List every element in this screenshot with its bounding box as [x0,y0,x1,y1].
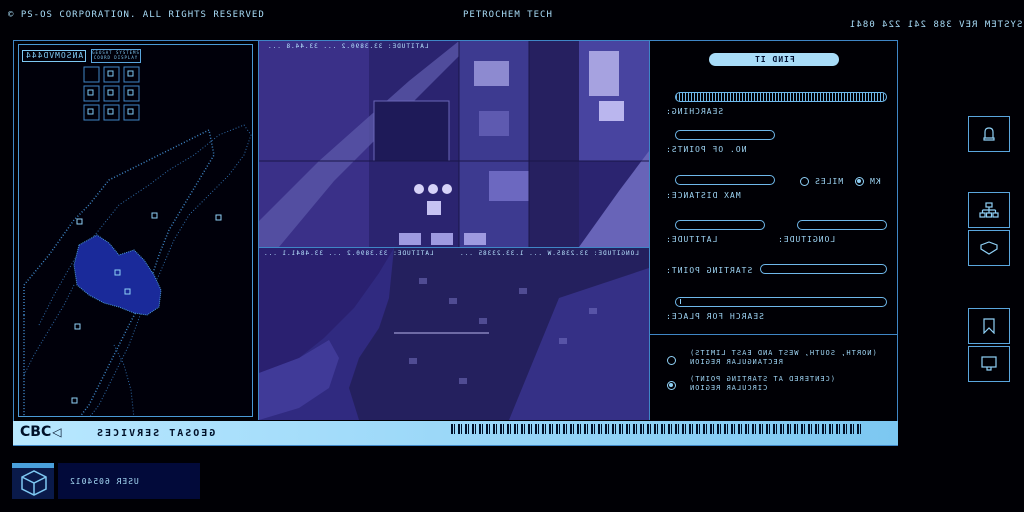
satellite-photo-industrial[interactable]: LATITUDE: 33.3890.2 ... 33.44.8 ... [259,41,649,248]
latitude-field[interactable] [675,220,765,230]
region-selector: (NORTH, SOUTH, WEST AND EAST LIMITS) REC… [649,334,897,421]
max-distance-label: MAX DISTANCE: [665,191,741,200]
bottom-photo-coords-left: LATITUDE: 33.3890.2 ... 33.4841.1 ... [263,250,434,257]
monitor-icon [981,356,997,371]
satellite-photos[interactable]: LATITUDE: 33.3890.2 ... 33.44.8 ... LATI… [258,41,650,420]
km-label: KM [869,177,881,186]
longitude-field[interactable] [797,220,887,230]
cbc-logo: CBC◁ [20,424,62,440]
region-map [23,124,252,416]
text-cursor [680,299,681,304]
searching-label: SEARCHING: [665,107,724,116]
footer-barcode [451,424,861,434]
searching-progress-bar [675,92,887,102]
rectangular-region-radio[interactable] [667,356,676,365]
circular-region-radio[interactable] [667,381,676,390]
shield-button[interactable] [968,230,1010,266]
bookmark-icon [983,318,995,334]
miles-radio[interactable] [800,177,809,186]
search-place-label: SEARCH FOR PLACE: [665,312,764,321]
user-avatar [12,463,54,499]
region-map-panel[interactable]: ANSOMVD444 GEOSAT SYSTEMS COORD DISPLAY [18,44,253,417]
bell-button[interactable] [968,116,1010,152]
geosat-services-title: GEOSAT SERVICES [95,428,216,439]
miles-label: MILES [814,177,844,186]
starting-point-field[interactable] [760,264,887,274]
shield-icon [980,241,998,255]
latitude-label: LATITUDE: [665,235,718,244]
bookmark-button[interactable] [968,308,1010,344]
max-distance-field[interactable] [675,175,775,185]
km-radio[interactable] [855,177,864,186]
longitude-label: LONGITUDE: [777,235,836,244]
points-label: NO. OF POINTS: [665,145,747,154]
bottom-photo-coords-right: LONGITUDE: 33.2385.W ... 1.33.23385 ... [459,250,639,257]
copyright-text: © PS-OS CORPORATION. ALL RIGHTS RESERVED [8,10,265,20]
network-icon [979,202,999,218]
monitor-button[interactable] [968,346,1010,382]
find-it-button[interactable]: FIND IT [709,53,839,66]
footer-bar: CBC◁ GEOSAT SERVICES [13,421,898,445]
company-name: PETROCHEM TECH [463,10,553,20]
network-button[interactable] [968,192,1010,228]
starting-point-label: STARTING POINT: [665,266,753,275]
top-photo-coords: LATITUDE: 33.3890.2 ... 33.44.8 ... [267,43,429,50]
cube-logo-icon [12,463,54,496]
user-card[interactable]: USER 6054012 [58,463,200,499]
rectangular-region-label: (NORTH, SOUTH, WEST AND EAST LIMITS) REC… [689,349,877,366]
points-field[interactable] [675,130,775,140]
searching-progress-fill [676,93,886,101]
bell-icon [983,127,995,141]
search-place-field[interactable] [675,297,887,307]
user-id: USER 6054012 [69,477,139,486]
search-form: FIND IT SEARCHING: NO. OF POINTS: MILES … [649,41,897,334]
satellite-photo-coastal[interactable]: LATITUDE: 33.3890.2 ... 33.4841.1 ... LO… [259,248,649,420]
circular-region-label: (CENTERED AT STARTING POINT) CIRCULAR RE… [689,375,836,392]
